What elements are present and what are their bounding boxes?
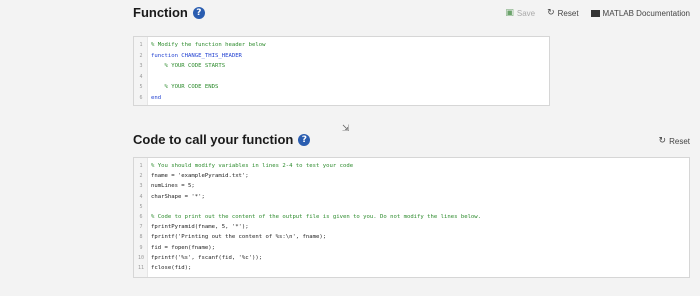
save-icon: ▣	[505, 8, 514, 18]
code-line[interactable]: 1 % You should modify variables in lines …	[134, 162, 353, 170]
documentation-label: MATLAB Documentation	[602, 8, 690, 18]
code-text: fid = fopen(fname);	[151, 244, 215, 251]
save-label: Save	[516, 8, 536, 18]
documentation-icon	[590, 9, 600, 17]
function-toolbar: ▣ Save ↻ Reset MATLAB Documentation	[505, 8, 690, 18]
code-line[interactable]: 1 % Modify the function header below	[134, 41, 266, 49]
code-text: numLines = 5;	[151, 183, 195, 190]
code-line[interactable]: 3 % YOUR CODE STARTS	[134, 62, 225, 70]
code-text: function CHANGE_THIS_HEADER	[151, 52, 242, 59]
code-text: fprintPyramid(fname, 5, '*');	[151, 224, 249, 231]
line-number: 5	[139, 203, 143, 210]
reset-button[interactable]: ↻ Reset	[547, 8, 578, 18]
code-line[interactable]: 5 % YOUR CODE ENDS	[134, 83, 218, 91]
info-icon[interactable]: ?	[192, 6, 205, 19]
line-number: 4	[139, 193, 143, 200]
mouse-cursor-icon: ⇲	[342, 124, 350, 134]
code-text: % YOUR CODE STARTS	[151, 63, 226, 69]
code-line[interactable]: 6 end	[134, 94, 161, 102]
save-button[interactable]: ▣ Save	[505, 8, 535, 18]
reset-icon: ↻	[547, 8, 555, 18]
code-text: fprintf('%s', fscanf(fid, '%c'));	[151, 254, 263, 261]
code-text: % Modify the function header below	[151, 42, 266, 48]
call-section-title: Code to call your function ?	[133, 132, 311, 147]
line-number: 3	[139, 183, 143, 190]
line-number: 5	[139, 84, 143, 90]
code-line[interactable]: 4 charShape = '*';	[134, 193, 205, 201]
reset-icon: ↻	[658, 136, 667, 146]
line-number: 9	[139, 244, 143, 251]
code-line[interactable]: 5	[134, 203, 151, 211]
code-text: % You should modify variables in lines 2…	[151, 163, 354, 169]
code-text: % Code to print out the content of the o…	[151, 214, 482, 220]
line-number: 1	[139, 42, 143, 48]
line-number: 7	[139, 224, 143, 231]
code-line[interactable]: 6 % Code to print out the content of the …	[134, 213, 481, 221]
code-text: fprintf('Printing out the content of %s:…	[151, 234, 327, 241]
line-number: 6	[139, 94, 143, 101]
matlab-documentation-button[interactable]: MATLAB Documentation	[590, 8, 690, 18]
call-reset-label: Reset	[669, 136, 690, 146]
line-number: 6	[139, 214, 143, 220]
code-text: % YOUR CODE ENDS	[151, 84, 219, 90]
reset-label: Reset	[557, 8, 579, 18]
line-number: 11	[137, 265, 145, 271]
info-icon[interactable]: ?	[298, 133, 311, 146]
line-number: 4	[139, 73, 143, 80]
code-line[interactable]: 7 fprintPyramid(fname, 5, '*');	[134, 223, 249, 231]
function-title-text: Function	[133, 5, 188, 20]
code-line[interactable]: 11 fclose(fid);	[134, 264, 191, 272]
code-line[interactable]: 2 fname = 'examplePyramid.txt';	[134, 172, 249, 180]
function-code-editor[interactable]: 1 % Modify the function header below 2 func…	[133, 36, 550, 106]
code-line[interactable]: 8 fprintf('Printing out the content of %s…	[134, 233, 326, 241]
code-text: charShape = '*';	[151, 193, 205, 200]
line-number: 8	[139, 234, 143, 241]
code-line[interactable]: 9 fid = fopen(fname);	[134, 244, 215, 252]
code-line[interactable]: 10 fprintf('%s', fscanf(fid, '%c'));	[134, 254, 262, 262]
call-title-text: Code to call your function	[133, 132, 294, 147]
call-reset-button[interactable]: ↻ Reset	[659, 136, 690, 146]
code-line[interactable]: 2 function CHANGE_THIS_HEADER	[134, 52, 242, 60]
code-text: end	[151, 94, 162, 101]
line-number: 2	[139, 173, 143, 180]
line-number: 1	[139, 163, 143, 169]
line-number: 2	[139, 52, 143, 59]
line-number: 3	[139, 63, 143, 69]
code-text: fname = 'examplePyramid.txt';	[151, 173, 249, 180]
code-text: fclose(fid);	[151, 265, 192, 271]
code-line[interactable]: 3 numLines = 5;	[134, 182, 195, 190]
line-number: 10	[137, 254, 145, 261]
code-line[interactable]: 4	[134, 73, 151, 81]
call-code-editor[interactable]: 1 % You should modify variables in lines …	[133, 157, 690, 278]
function-section-title: Function ?	[133, 5, 205, 20]
